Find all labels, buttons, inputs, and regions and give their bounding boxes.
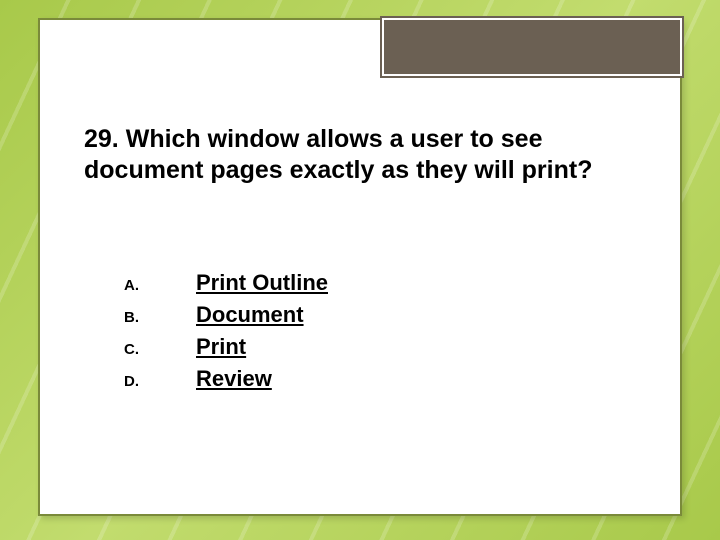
question-number: 29. (84, 125, 119, 153)
option-letter: C. (124, 341, 196, 358)
option-b[interactable]: B. Document (124, 302, 328, 328)
option-letter: D. (124, 373, 196, 390)
option-text: Print Outline (196, 270, 328, 296)
option-a[interactable]: A. Print Outline (124, 270, 328, 296)
option-c[interactable]: C. Print (124, 334, 328, 360)
header-accent-box (382, 18, 682, 76)
option-letter: B. (124, 309, 196, 326)
option-text: Document (196, 302, 304, 328)
option-text: Print (196, 334, 246, 360)
slide-card: 29. Which window allows a user to see do… (38, 18, 682, 516)
question-body: Which window allows a user to see docume… (84, 125, 592, 184)
option-text: Review (196, 366, 272, 392)
question-text: 29. Which window allows a user to see do… (84, 124, 636, 187)
options-list: A. Print Outline B. Document C. Print D.… (124, 270, 328, 398)
option-d[interactable]: D. Review (124, 366, 328, 392)
option-letter: A. (124, 277, 196, 294)
